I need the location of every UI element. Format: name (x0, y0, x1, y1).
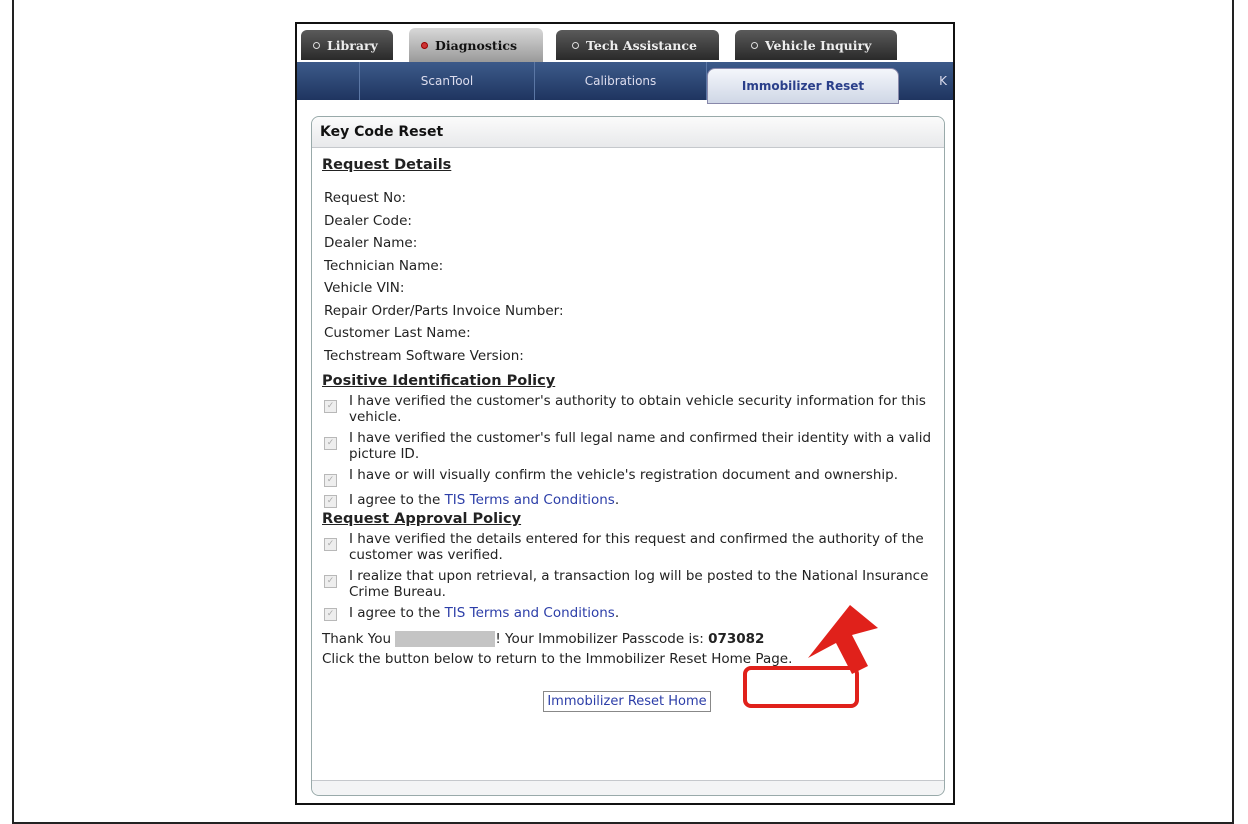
checkbox[interactable]: ✓ (324, 575, 337, 588)
subtab-scantool[interactable]: ScanTool (359, 62, 535, 100)
passcode-value: 073082 (708, 631, 765, 647)
passcode-highlight-box (743, 666, 859, 708)
checkbox[interactable]: ✓ (324, 608, 337, 621)
customer-last-name-label: Customer Last Name: (324, 325, 471, 341)
request-approval-heading: Request Approval Policy (322, 511, 522, 527)
checkbox[interactable]: ✓ (324, 495, 337, 508)
tis-terms-link[interactable]: TIS Terms and Conditions (445, 605, 615, 621)
sub-nav-bar: ScanTool Calibrations Immobilizer Reset … (297, 62, 953, 104)
checkbox[interactable]: ✓ (324, 437, 337, 450)
subtab-overflow[interactable]: K (933, 62, 953, 100)
immobilizer-reset-home-button[interactable]: Immobilizer Reset Home (543, 691, 711, 712)
approval-check-1: ✓ I have verified the details entered fo… (322, 531, 932, 563)
checkbox[interactable]: ✓ (324, 538, 337, 551)
checkbox[interactable]: ✓ (324, 400, 337, 413)
radio-dot-icon (313, 41, 320, 49)
redacted-name (395, 631, 496, 647)
positive-id-check-1: ✓ I have verified the customer's authori… (322, 393, 932, 425)
tab-tech-assistance[interactable]: Tech Assistance (556, 30, 719, 60)
tab-vehicle-inquiry[interactable]: Vehicle Inquiry (735, 30, 897, 60)
approval-agree: ✓ I agree to the TIS Terms and Condition… (322, 605, 932, 621)
tis-terms-link[interactable]: TIS Terms and Conditions (445, 492, 615, 508)
request-no-label: Request No: (324, 190, 407, 206)
passcode-message: Thank You ! Your Immobilizer Passcode is… (322, 631, 765, 647)
subtab-calibrations[interactable]: Calibrations (535, 62, 707, 100)
request-details-heading: Request Details (322, 157, 452, 173)
technician-name-label: Technician Name: (324, 257, 444, 274)
panel-footer (312, 780, 944, 795)
radio-dot-icon (751, 41, 758, 49)
positive-id-agree: ✓ I agree to the TIS Terms and Condition… (322, 492, 932, 508)
positive-id-check-3: ✓ I have or will visually confirm the ve… (322, 467, 932, 487)
vehicle-vin-label: Vehicle VIN: (324, 280, 405, 296)
dealer-name-label: Dealer Name: (324, 235, 418, 251)
subtab-immobilizer-reset[interactable]: Immobilizer Reset (707, 68, 899, 104)
tab-diagnostics[interactable]: Diagnostics (409, 28, 543, 62)
repair-order-label: Repair Order/Parts Invoice Number: (324, 302, 564, 319)
dealer-code-label: Dealer Code: (324, 212, 412, 229)
positive-id-heading: Positive Identification Policy (322, 373, 556, 389)
positive-id-check-2: ✓ I have verified the customer's full le… (322, 430, 932, 462)
tab-library[interactable]: Library (301, 30, 393, 60)
approval-check-2: ✓ I realize that upon retrieval, a trans… (322, 568, 932, 600)
app-window: Library Diagnostics Tech Assistance Vehi… (295, 22, 955, 805)
radio-dot-icon (572, 41, 579, 49)
checkbox[interactable]: ✓ (324, 474, 337, 487)
panel-title: Key Code Reset (312, 117, 944, 148)
top-tab-bar: Library Diagnostics Tech Assistance Vehi… (297, 24, 953, 62)
radio-dot-icon (421, 41, 428, 49)
techstream-version-label: Techstream Software Version: (324, 347, 524, 364)
panel-content: Request Details Request No: Dealer Code:… (322, 157, 932, 712)
